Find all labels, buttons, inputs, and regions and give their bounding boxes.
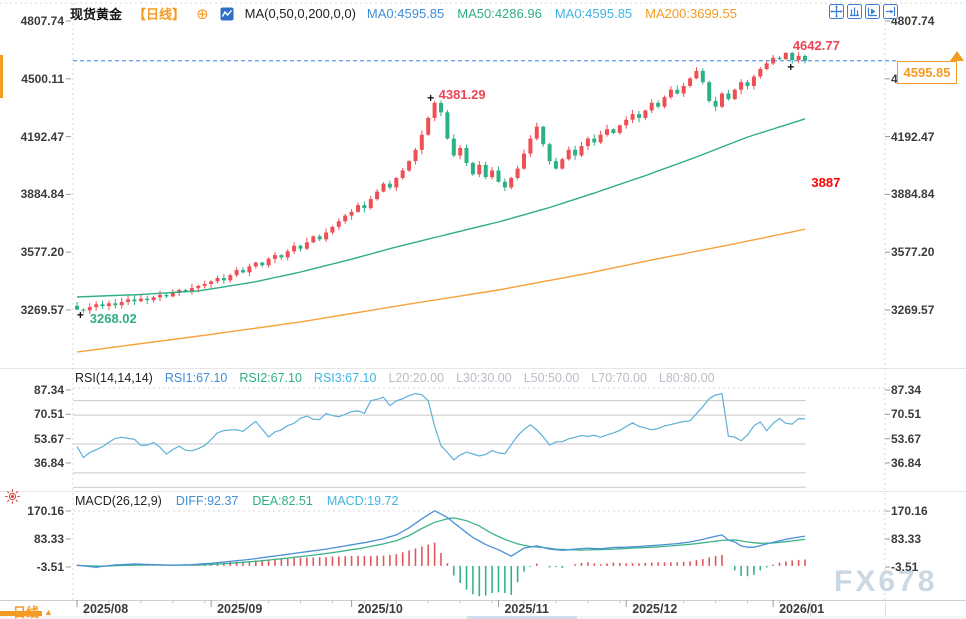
x-axis-label: 2025/10 xyxy=(358,602,403,616)
indicator-value: L20:20.00 xyxy=(388,371,444,385)
indicator-value: L80:80.00 xyxy=(659,371,715,385)
x-axis-label: 2025/11 xyxy=(504,602,549,616)
macd-axis-label: -3.51 xyxy=(2,560,64,574)
indicator-value: RSI1:67.10 xyxy=(165,371,228,385)
ma-values: MA0:4595.85 MA50:4286.96 MA0:4595.85 MA200:… xyxy=(367,6,737,21)
x-axis-label: 2025/08 xyxy=(83,602,128,616)
rsi-title: RSI(14,14,14) xyxy=(75,371,153,385)
indicator-value: L50:50.00 xyxy=(524,371,580,385)
indicator-value: RSI2:67.10 xyxy=(239,371,302,385)
chart-toolbar xyxy=(829,4,898,19)
price-axis-label: 4500.11 xyxy=(2,72,64,86)
symbol-name: 现货黄金 xyxy=(70,4,122,23)
macd-axis-label: 83.33 xyxy=(891,532,921,546)
tab-arrow-icon: ▲ xyxy=(44,607,53,617)
sun-icon[interactable] xyxy=(4,488,21,508)
period-tag: 【日线】 xyxy=(133,4,185,23)
indicator-value: MA50:4286.96 xyxy=(457,6,542,21)
x-axis-label: 2025/12 xyxy=(632,602,677,616)
price-axis-label: 3577.20 xyxy=(2,245,64,259)
axis-scale-icon[interactable] xyxy=(847,4,862,19)
price-axis-label: 4192.47 xyxy=(2,130,64,144)
chart-type-icon[interactable] xyxy=(220,7,234,21)
price-axis-label: 3269.57 xyxy=(2,303,64,317)
current-price-badge: 4595.85 xyxy=(897,61,957,84)
indicator-value: DIFF:92.37 xyxy=(176,494,239,508)
chart-window: FX678 现货黄金 【日线】 ⊕ MA(0,50,0,200,0,0) MA0… xyxy=(0,0,966,619)
rsi-axis-label: 70.51 xyxy=(2,407,64,421)
price-axis-label: 4807.74 xyxy=(2,14,64,28)
price-axis-label: 3577.20 xyxy=(891,245,934,259)
macd-values: DIFF:92.37 DEA:82.51 MACD:19.72 xyxy=(176,494,399,508)
macd-axis-label: 83.33 xyxy=(2,532,64,546)
macd-header: MACD(26,12,9) DIFF:92.37 DEA:82.51 MACD:19… xyxy=(75,494,398,508)
price-axis-label: 4192.47 xyxy=(891,130,934,144)
rsi-axis-label: 53.67 xyxy=(2,432,64,446)
indicator-value: MA200:3699.55 xyxy=(645,6,737,21)
price-marker-arrow-icon xyxy=(950,51,964,61)
rsi-axis-label: 53.67 xyxy=(891,432,921,446)
indicator-value: L30:30.00 xyxy=(456,371,512,385)
indicator-value: MA0:4595.85 xyxy=(367,6,444,21)
rsi-axis-label: 87.34 xyxy=(891,383,921,397)
pan-icon[interactable] xyxy=(829,4,844,19)
macd-panel-plot[interactable] xyxy=(72,511,885,600)
x-axis-label: 2025/09 xyxy=(217,602,262,616)
rsi-axis-label: 36.84 xyxy=(2,456,64,470)
macd-axis-label: -3.51 xyxy=(891,560,918,574)
rsi-axis-label: 36.84 xyxy=(891,456,921,470)
macd-axis-label: 170.16 xyxy=(891,504,928,518)
indicator-value: DEA:82.51 xyxy=(252,494,312,508)
price-axis-label: 3269.57 xyxy=(891,303,934,317)
expand-icon[interactable]: ⊕ xyxy=(196,5,209,23)
main-chart-plot[interactable] xyxy=(72,14,885,368)
x-axis-label: 2026/01 xyxy=(779,602,824,616)
ma-settings-label: MA(0,50,0,200,0,0) xyxy=(245,6,356,21)
latest-bar-icon[interactable] xyxy=(883,4,898,19)
indicator-value: MA0:4595.85 xyxy=(555,6,632,21)
left-edge-bar xyxy=(0,55,3,98)
playback-icon[interactable] xyxy=(865,4,880,19)
rsi-values: RSI1:67.10 RSI2:67.10 RSI3:67.10 L20:20.00 L… xyxy=(165,371,715,385)
macd-title: MACD(26,12,9) xyxy=(75,494,162,508)
price-axis-label: 3884.84 xyxy=(891,187,934,201)
rsi-header: RSI(14,14,14) RSI1:67.10 RSI2:67.10 RSI3:6… xyxy=(75,371,715,385)
indicator-value: RSI3:67.10 xyxy=(314,371,377,385)
rsi-panel-plot[interactable] xyxy=(72,388,885,491)
rsi-axis-label: 87.34 xyxy=(2,383,64,397)
rsi-axis-label: 70.51 xyxy=(891,407,921,421)
price-axis-label: 3884.84 xyxy=(2,187,64,201)
indicator-value: L70:70.00 xyxy=(591,371,647,385)
chart-header: 现货黄金 【日线】 ⊕ MA(0,50,0,200,0,0) MA0:4595.… xyxy=(70,4,737,23)
tab-underline xyxy=(0,611,42,616)
indicator-value: MACD:19.72 xyxy=(327,494,399,508)
